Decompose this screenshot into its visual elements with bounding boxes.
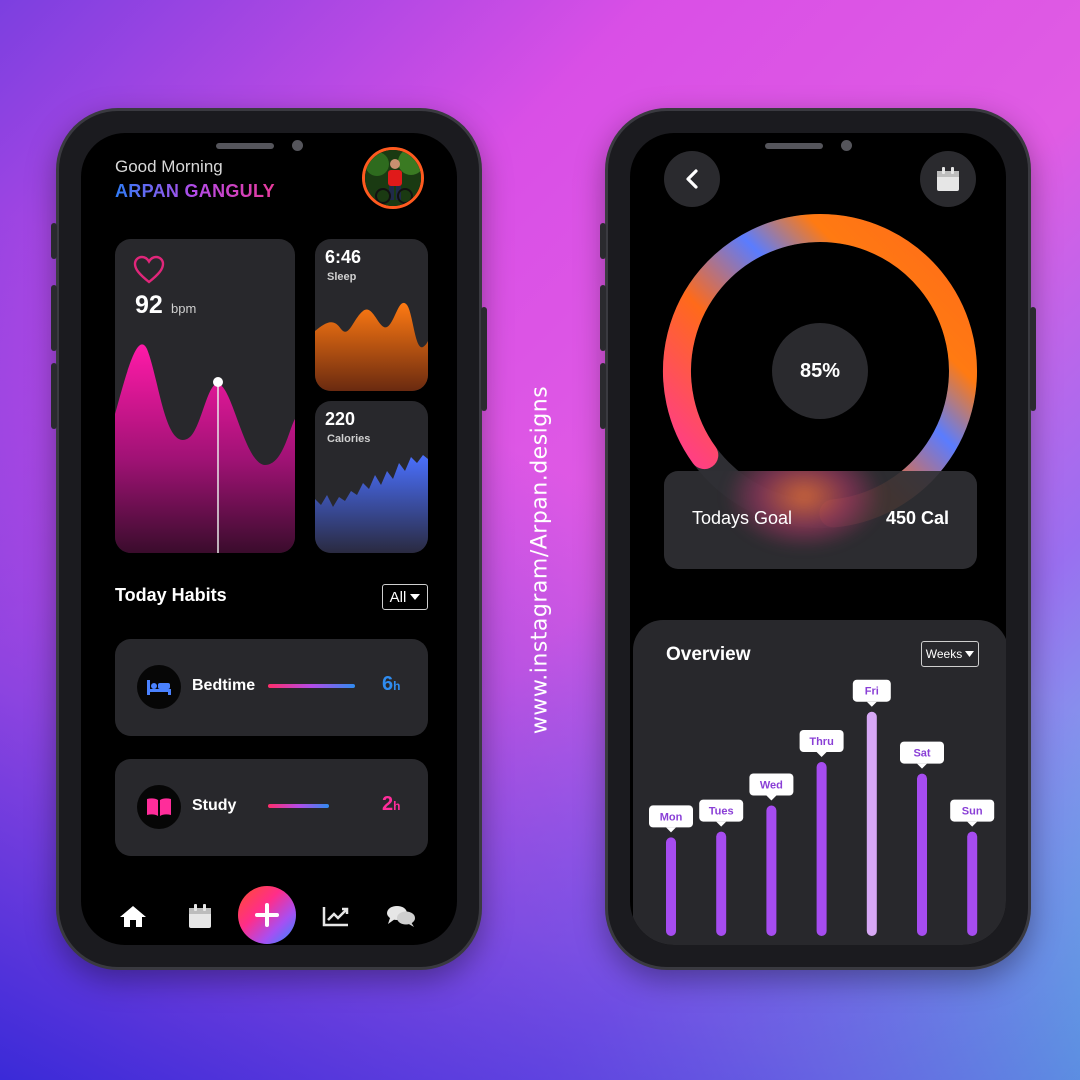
bar-tag-pointer (766, 795, 777, 801)
bar-sat[interactable] (917, 773, 927, 936)
todays-goal-card: Todays Goal 450 Cal (664, 471, 977, 569)
bar-label-tues: Tues (709, 806, 734, 818)
bar-tag-pointer (666, 827, 676, 833)
side-button (1030, 307, 1036, 411)
chevron-left-icon (686, 169, 698, 189)
sleep-wave (315, 302, 428, 391)
bar-fri[interactable] (866, 711, 877, 936)
percent-label: 85% (772, 323, 868, 419)
side-button (481, 307, 487, 411)
bar-tag-pointer (816, 752, 827, 757)
side-button (51, 363, 57, 429)
bar-tag-pointer (716, 821, 727, 827)
bar-label-sun: Sun (962, 806, 983, 818)
calories-wave (315, 455, 428, 553)
bar-label-thru: Thru (809, 736, 833, 748)
bar-tag-pointer (866, 701, 877, 707)
goal-value: 450 Cal (885, 508, 949, 528)
bar-thru[interactable] (816, 762, 827, 936)
bar-label-sat: Sat (913, 748, 930, 760)
phone-left: Good Morning ARPAN GANGULY 92 bpm 6:46 S… (51, 108, 487, 970)
home-icon[interactable] (118, 903, 148, 929)
bottom-nav (81, 883, 457, 945)
goal-label: Todays Goal (692, 508, 793, 528)
habit-label: Study (192, 797, 237, 814)
filter-selected: All (389, 588, 407, 606)
habit-label: Bedtime (192, 677, 256, 694)
book-icon (137, 785, 181, 829)
add-button[interactable] (238, 886, 296, 944)
bar-mon[interactable] (666, 837, 676, 936)
bar-sun[interactable] (967, 831, 978, 936)
habit-progress-bar (268, 804, 329, 808)
heart-rate-card[interactable]: 92 bpm (115, 239, 295, 553)
calories-card[interactable]: 220 Calories (315, 401, 428, 553)
notch (711, 133, 925, 165)
bar-wed[interactable] (766, 805, 777, 937)
chat-icon[interactable] (386, 903, 416, 929)
side-button (600, 223, 606, 259)
notch (162, 133, 376, 165)
habit-filter-dropdown[interactable]: All (382, 584, 428, 610)
bar-label-fri: Fri (865, 686, 879, 698)
heart-rate-wave (115, 344, 295, 553)
bar-label-mon: Mon (660, 811, 683, 823)
caret-down-icon (410, 594, 421, 600)
habit-value: 2h (382, 793, 401, 815)
bar-tues[interactable] (716, 831, 727, 936)
bar-tag-pointer (917, 763, 927, 769)
side-button (600, 363, 606, 429)
bar-tag-pointer (967, 821, 978, 827)
bed-icon (137, 665, 181, 709)
camera (841, 140, 852, 151)
calendar-button[interactable] (920, 151, 976, 207)
weekly-bar-chart: Mon Tues Wed Thru Fri Sat Sun (649, 679, 995, 937)
overview-panel: Overview Weeks Mon Tues Wed Thru Fri Sat Sun (633, 620, 1006, 945)
chart-icon[interactable] (321, 903, 351, 929)
camera (292, 140, 303, 151)
back-button[interactable] (664, 151, 720, 207)
habit-row-bedtime[interactable]: Bedtime 6h (115, 639, 428, 736)
side-button (600, 285, 606, 351)
speaker (216, 143, 274, 149)
phone-right: 85% Todays Goal 450 Cal Overview Weeks M… (600, 108, 1036, 970)
speaker (765, 143, 823, 149)
user-name: ARPAN GANGULY (115, 181, 275, 201)
watermark-caption: www.instagram/Arpan.designs (527, 385, 553, 735)
bar-label-wed: Wed (760, 780, 783, 792)
habits-title: Today Habits (115, 585, 227, 605)
calories-screen: 85% Todays Goal 450 Cal Overview Weeks M… (630, 133, 1006, 945)
habit-row-study[interactable]: Study 2h (115, 759, 428, 856)
home-screen: Good Morning ARPAN GANGULY 92 bpm 6:46 S… (81, 133, 457, 945)
side-button (51, 223, 57, 259)
sleep-card[interactable]: 6:46 Sleep (315, 239, 428, 391)
habit-progress-bar (268, 684, 355, 688)
add-icon (255, 903, 279, 927)
calendar-icon[interactable] (185, 903, 215, 929)
calendar-icon (937, 167, 959, 191)
habit-value: 6h (382, 673, 401, 695)
side-button (51, 285, 57, 351)
